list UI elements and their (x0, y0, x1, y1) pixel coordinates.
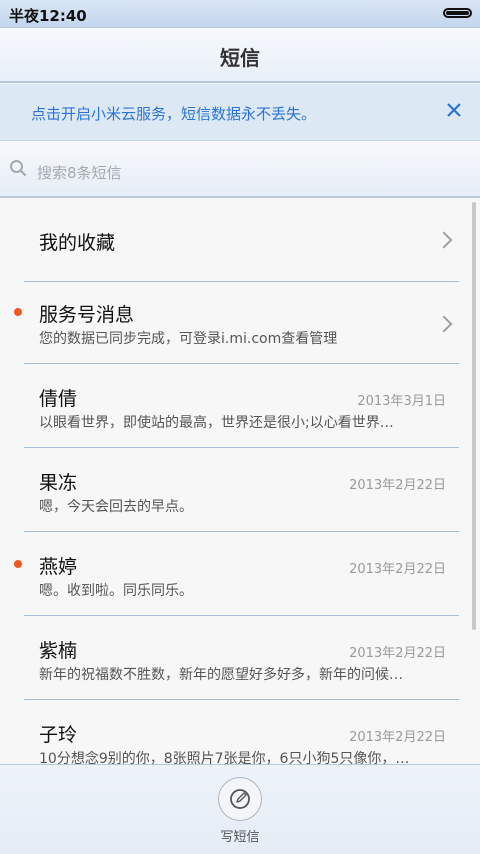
battery-icon (443, 8, 472, 18)
conversation-list[interactable]: 我的收藏 服务号消息 您的数据已同步完成，可登录i.mi.com查看管理 倩倩 … (0, 198, 480, 764)
bottom-bar: 写短信 (0, 764, 480, 854)
conversation-preview: 新年的祝福数不胜数，新年的愿望好多好多，新年的问候… (39, 667, 403, 683)
status-bar: 半夜12:40 (0, 0, 480, 28)
cloud-service-banner[interactable]: 点击开启小米云服务，短信数据永不丢失。 (0, 84, 480, 141)
page-title: 短信 (220, 46, 260, 70)
conversation-row[interactable]: 倩倩 2013年3月1日 以眼看世界，即使站的最高，世界还是很小;以心看世界… (0, 364, 480, 448)
conversation-row[interactable]: 紫楠 2013年2月22日 新年的祝福数不胜数，新年的愿望好多好多，新年的问候… (0, 616, 480, 700)
chevron-right-icon (435, 231, 453, 249)
conversation-row[interactable]: 服务号消息 您的数据已同步完成，可登录i.mi.com查看管理 (0, 280, 480, 364)
chevron-right-icon (435, 315, 453, 333)
favorites-row[interactable]: 我的收藏 (0, 198, 480, 282)
conversation-name: 倩倩 (39, 388, 78, 410)
conversation-name: 紫楠 (39, 640, 78, 662)
conversation-date: 2013年2月22日 (349, 646, 446, 661)
unread-dot (14, 308, 22, 316)
compose-icon (230, 789, 250, 809)
status-time: 半夜12:40 (9, 7, 87, 25)
conversation-preview: 嗯。收到啦。同乐同乐。 (39, 583, 193, 599)
conversation-row[interactable]: 燕婷 2013年2月22日 嗯。收到啦。同乐同乐。 (0, 532, 480, 616)
conversation-date: 2013年2月22日 (349, 730, 446, 745)
conversation-name: 燕婷 (39, 556, 78, 578)
close-icon[interactable] (442, 98, 466, 122)
conversation-preview: 以眼看世界，即使站的最高，世界还是很小;以心看世界… (39, 415, 394, 431)
title-bar: 短信 (0, 28, 480, 83)
conversation-date: 2013年3月1日 (357, 394, 446, 409)
conversation-name: 果冻 (39, 472, 78, 494)
conversation-preview: 您的数据已同步完成，可登录i.mi.com查看管理 (39, 331, 338, 347)
conversation-preview: 嗯，今天会回去的早点。 (39, 499, 193, 515)
conversation-preview: 10分想念9别的你，8张照片7张是你，6只小狗5只像你，… (39, 751, 410, 764)
conversation-date: 2013年2月22日 (349, 478, 446, 493)
banner-text[interactable]: 点击开启小米云服务，短信数据永不丢失。 (31, 103, 316, 124)
compose-button[interactable] (218, 777, 262, 821)
unread-dot (14, 560, 22, 568)
search-input[interactable]: 搜索8条短信 (37, 162, 122, 183)
compose-label[interactable]: 写短信 (0, 826, 480, 845)
conversation-name: 子玲 (39, 724, 78, 746)
conversation-name: 服务号消息 (39, 304, 135, 326)
conversation-row[interactable]: 子玲 2013年2月22日 10分想念9别的你，8张照片7张是你，6只小狗5只像… (0, 700, 480, 764)
search-bar[interactable]: 搜索8条短信 (0, 141, 480, 198)
conversation-row[interactable]: 果冻 2013年2月22日 嗯，今天会回去的早点。 (0, 448, 480, 532)
search-icon (10, 160, 27, 177)
conversation-date: 2013年2月22日 (349, 562, 446, 577)
conversation-name: 我的收藏 (39, 232, 116, 254)
